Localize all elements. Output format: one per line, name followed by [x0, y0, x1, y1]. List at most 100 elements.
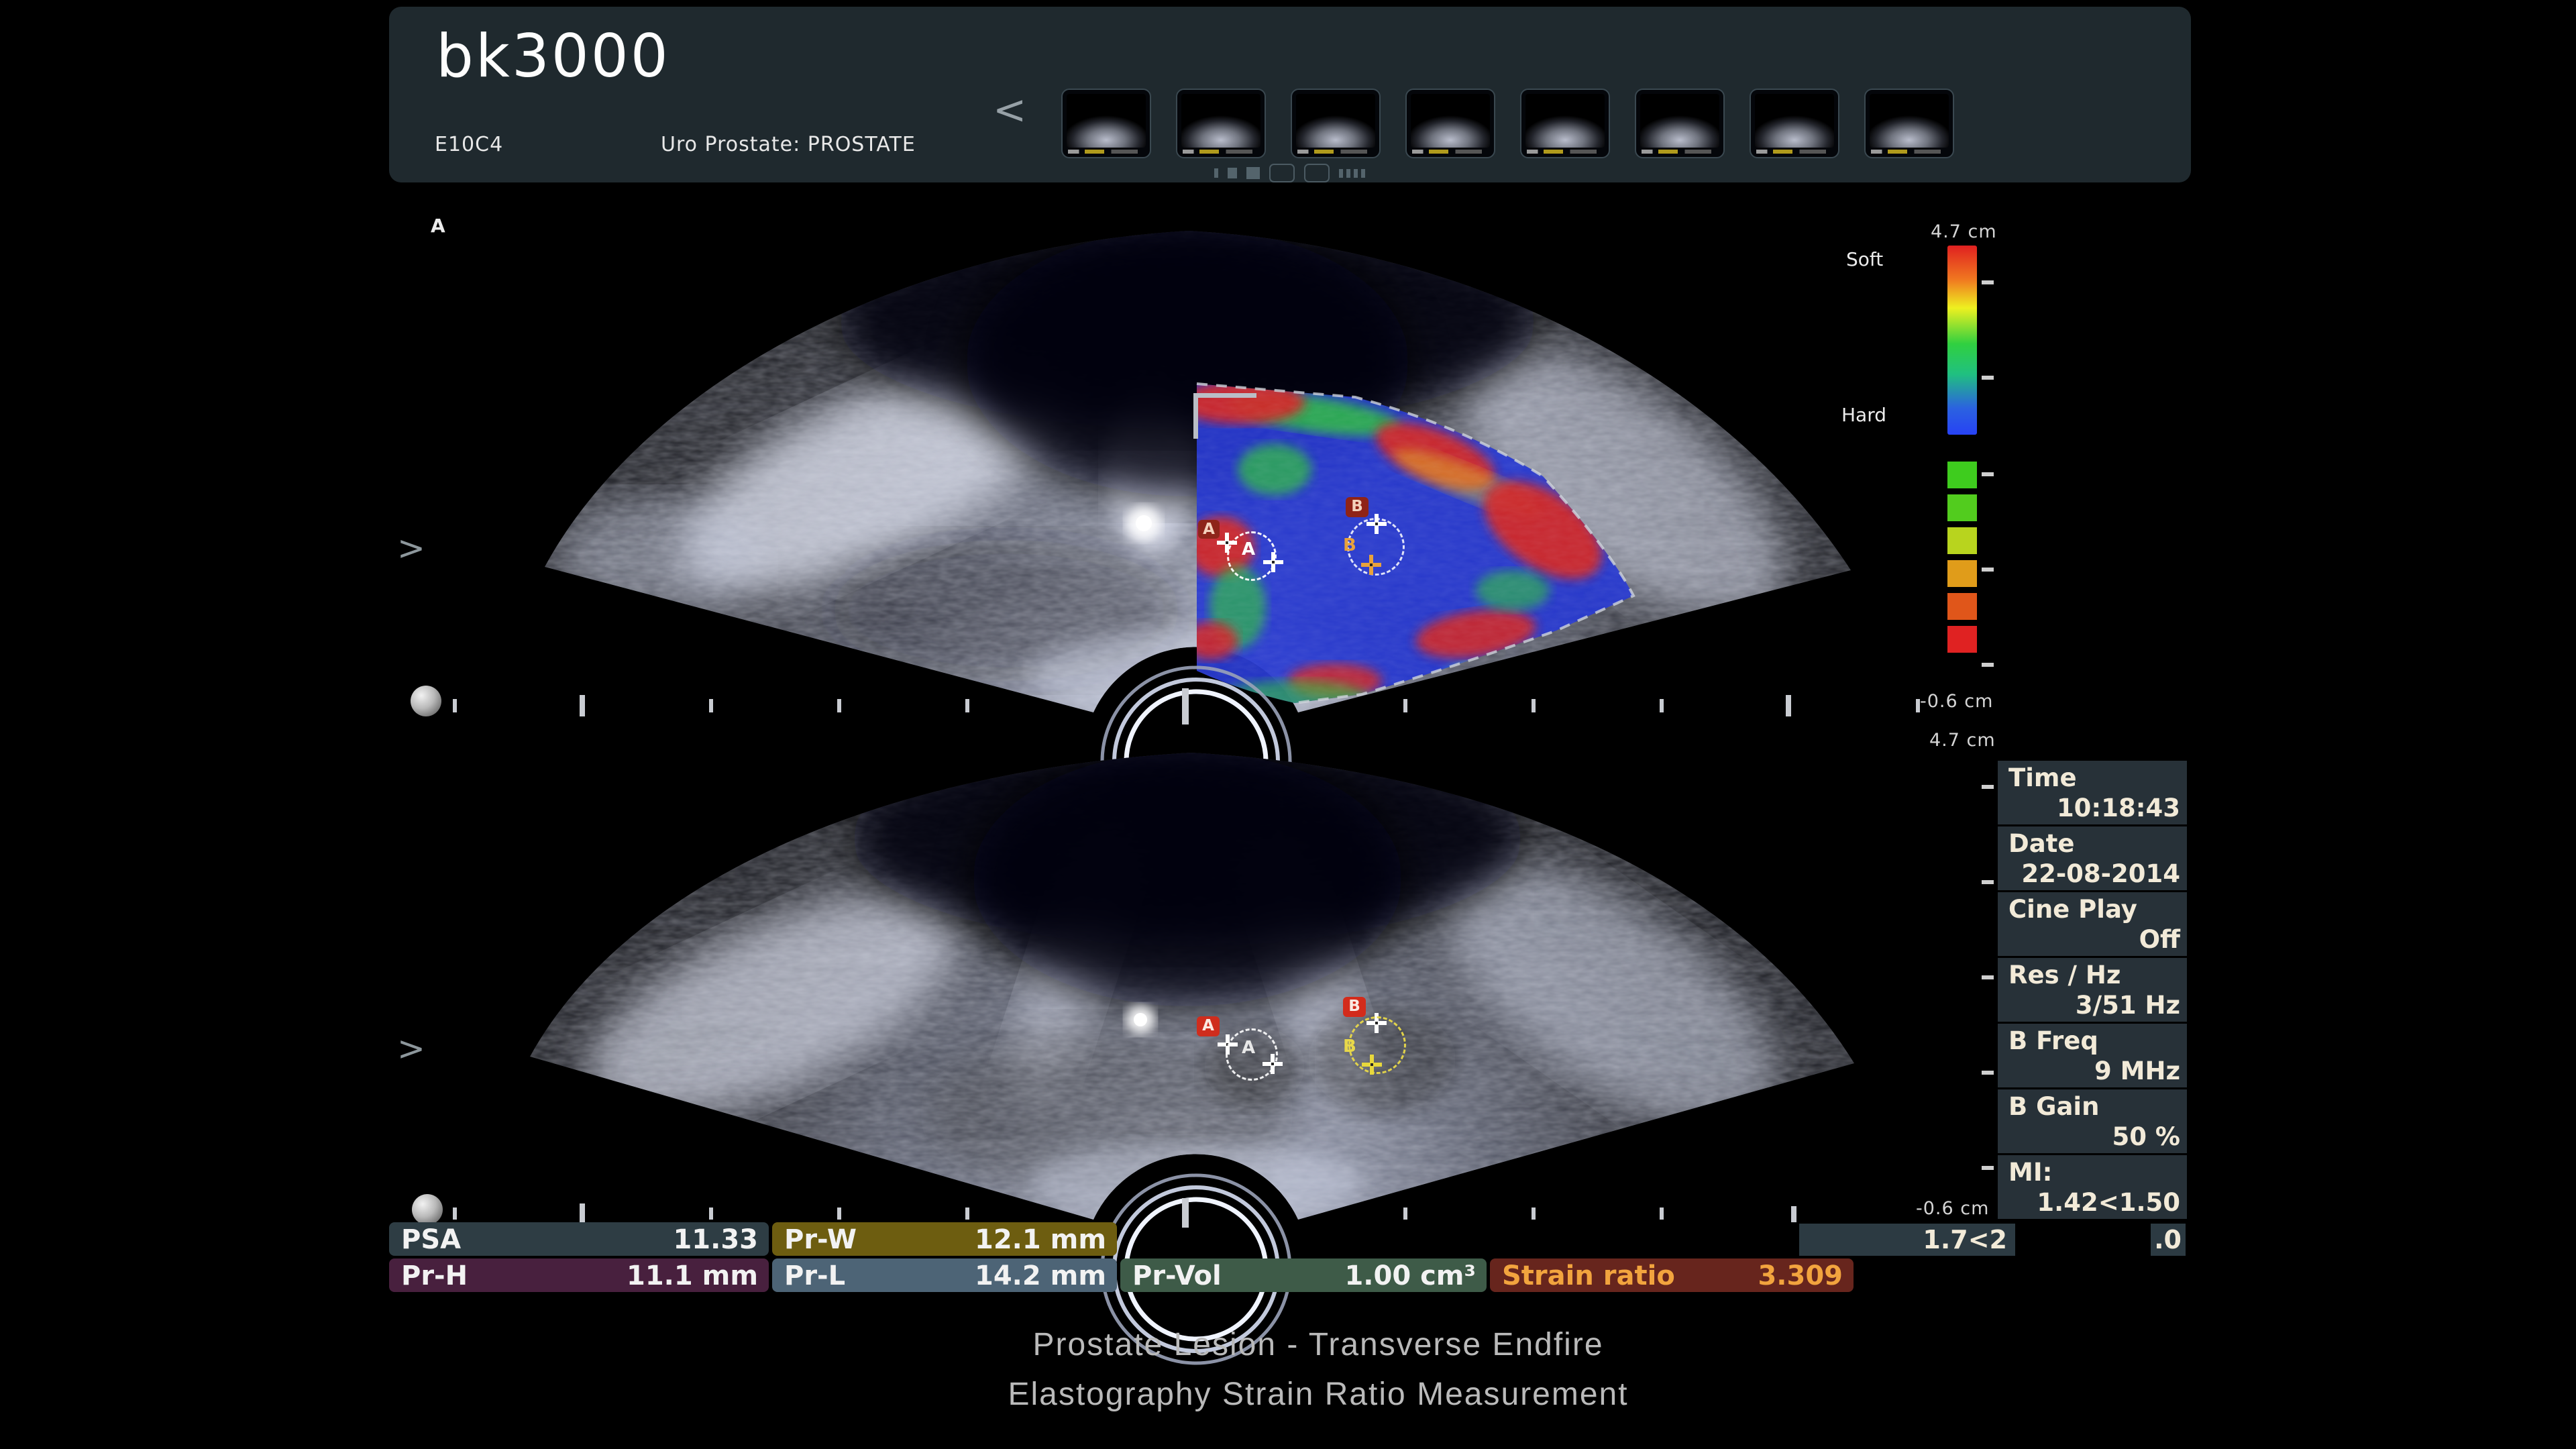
- pr-vol-value: 1.00 cm³: [1344, 1260, 1476, 1291]
- pager-dot: [1346, 169, 1350, 178]
- ultrasound-canvas: [0, 0, 2576, 1449]
- roi-corner-bracket: [1193, 393, 1256, 398]
- strain-ratio-value: 3.309: [1758, 1260, 1843, 1291]
- thumbnail-image: [1296, 94, 1375, 148]
- measurement-pr-h: Pr-H 11.1 mm: [389, 1258, 769, 1292]
- info-cine-label: Cine Play: [2008, 895, 2137, 924]
- psa-value: 11.33: [673, 1224, 758, 1255]
- caliper-cross-b2-bottom[interactable]: [1361, 1054, 1383, 1075]
- pager-grid-icon: [1246, 167, 1260, 179]
- orientation-marker: A: [431, 215, 445, 237]
- roi-circle-b-letter-bottom: B: [1343, 1036, 1356, 1057]
- pager-page-icon: [1269, 164, 1295, 182]
- strain-ratio-label: Strain ratio: [1502, 1260, 1675, 1291]
- soft-label: Soft: [1846, 248, 1883, 270]
- thumbnail-minibar: [1527, 150, 1597, 154]
- info-mi-value: 1.42<1.50: [2037, 1188, 2180, 1217]
- pr-l-value: 14.2 mm: [975, 1260, 1106, 1291]
- swatch-4: [1947, 560, 1977, 587]
- info-time: Time 10:18:43: [1998, 761, 2187, 824]
- tis-readout-right: .0: [2151, 1224, 2186, 1256]
- right-depth-ruler: [1982, 280, 1994, 1170]
- info-cine-value: Off: [2139, 925, 2180, 954]
- info-date-label: Date: [2008, 829, 2074, 858]
- mid-horizontal-ruler: [453, 688, 1920, 724]
- info-mi: MI: 1.42<1.50: [1998, 1155, 2187, 1219]
- psa-label: PSA: [401, 1224, 461, 1255]
- swatch-1: [1947, 462, 1977, 488]
- info-bgain-label: B Gain: [2008, 1092, 2099, 1121]
- marker-a-badge-bottom: A: [1197, 1016, 1220, 1036]
- thumbnail-7[interactable]: [1750, 89, 1839, 158]
- thumbnail-minibar: [1183, 150, 1252, 154]
- thumbnail-image: [1181, 94, 1260, 148]
- caption: Prostate Lesion - Transverse Endfire Ela…: [376, 1320, 2261, 1419]
- top-image-arrow-icon: >: [397, 531, 425, 565]
- info-time-label: Time: [2008, 763, 2077, 792]
- thumbnail-3[interactable]: [1291, 89, 1381, 158]
- thumbnail-5[interactable]: [1520, 89, 1610, 158]
- swatch-6: [1947, 626, 1977, 653]
- caliper-cross-a2-top[interactable]: [1263, 551, 1284, 573]
- marker-b-badge-bottom: B: [1343, 997, 1366, 1017]
- info-cine-play[interactable]: Cine Play Off: [1998, 892, 2187, 956]
- swatch-5: [1947, 593, 1977, 620]
- caption-line-1: Prostate Lesion - Transverse Endfire: [376, 1320, 2261, 1370]
- thumbnail-6[interactable]: [1635, 89, 1725, 158]
- roi-circle-b-letter-top: B: [1343, 535, 1356, 555]
- thumbnail-image: [1755, 94, 1834, 148]
- thumbnail-pager[interactable]: [1214, 164, 1365, 182]
- swatch-3: [1947, 527, 1977, 554]
- info-date: Date 22-08-2014: [1998, 826, 2187, 890]
- thumbnail-8[interactable]: [1864, 89, 1954, 158]
- info-res-value: 3/51 Hz: [2076, 991, 2180, 1020]
- pager-dot: [1354, 169, 1358, 178]
- caliper-cross-a2-bottom[interactable]: [1262, 1053, 1283, 1075]
- info-res-label: Res / Hz: [2008, 961, 2121, 989]
- thumbnail-minibar: [1756, 150, 1826, 154]
- thumbnail-minibar: [1871, 150, 1941, 154]
- info-b-gain[interactable]: B Gain 50 %: [1998, 1089, 2187, 1153]
- swatch-2: [1947, 494, 1977, 521]
- depth-scale-top-label: 4.7 cm: [1931, 221, 1997, 242]
- measurement-pr-w: Pr-W 12.1 mm: [772, 1222, 1117, 1256]
- caliper-cross-b2-top[interactable]: [1360, 554, 1382, 576]
- exam-preset-label: Uro Prostate: PROSTATE: [661, 133, 916, 156]
- pager-page-icon: [1304, 164, 1330, 182]
- thumbnail-4[interactable]: [1405, 89, 1495, 158]
- tis-readout-left: 1.7<2: [1799, 1224, 2015, 1256]
- pr-h-value: 11.1 mm: [627, 1260, 758, 1291]
- info-mi-label: MI:: [2008, 1158, 2052, 1187]
- device-title: bk3000: [436, 21, 670, 91]
- info-date-value: 22-08-2014: [2021, 859, 2180, 888]
- hard-label: Hard: [1841, 404, 1886, 426]
- strain-reference-swatches: [1947, 462, 1977, 653]
- mid-depth-lower-label: 4.7 cm: [1929, 730, 1996, 751]
- pager-dot: [1361, 169, 1365, 178]
- thumbnail-minibar: [1068, 150, 1138, 154]
- thumbnail-image: [1067, 94, 1146, 148]
- roi-corner-bracket: [1193, 393, 1198, 439]
- mid-depth-upper-label: -0.6 cm: [1920, 691, 1993, 712]
- pr-h-label: Pr-H: [401, 1260, 468, 1291]
- info-b-freq[interactable]: B Freq 9 MHz: [1998, 1024, 2187, 1087]
- pager-bar-icon: [1214, 168, 1218, 178]
- tis-value-right: .0: [2154, 1225, 2182, 1254]
- thumbnail-image: [1640, 94, 1719, 148]
- thumbnail-image: [1525, 94, 1605, 148]
- thumbnail-1[interactable]: [1061, 89, 1151, 158]
- thumbnail-2[interactable]: [1176, 89, 1266, 158]
- thumbnail-minibar: [1297, 150, 1367, 154]
- info-bfreq-value: 9 MHz: [2094, 1057, 2180, 1085]
- thumbnail-scroll-left-icon[interactable]: <: [993, 90, 1026, 130]
- roi-circle-a-letter-bottom: A: [1242, 1038, 1255, 1058]
- pager-dot: [1339, 169, 1343, 178]
- pager-bar-icon: [1228, 168, 1237, 178]
- probe-orientation-icon: [412, 1194, 443, 1225]
- info-bfreq-label: B Freq: [2008, 1026, 2098, 1055]
- measurement-psa: PSA 11.33: [389, 1222, 769, 1256]
- pr-vol-label: Pr-Vol: [1132, 1260, 1222, 1291]
- info-res-hz[interactable]: Res / Hz 3/51 Hz: [1998, 958, 2187, 1022]
- header-panel: bk3000 E10C4 Uro Prostate: PROSTATE <: [389, 7, 2191, 182]
- caption-line-2: Elastography Strain Ratio Measurement: [376, 1370, 2261, 1419]
